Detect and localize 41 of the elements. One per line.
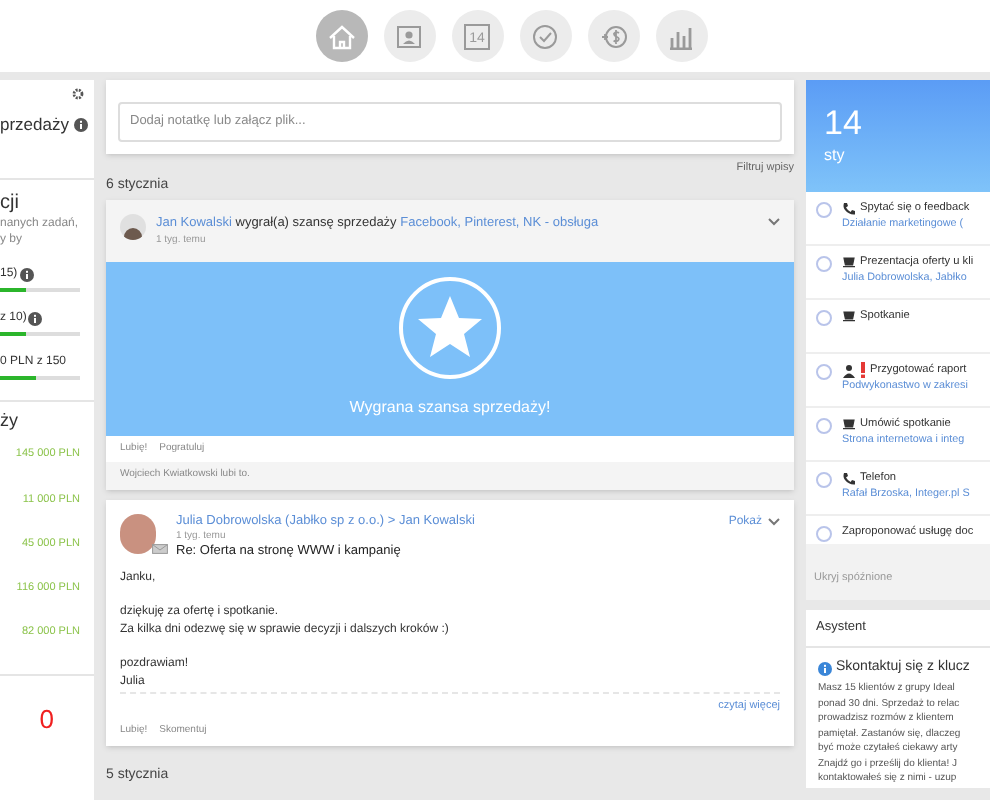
cup-icon bbox=[842, 418, 856, 431]
panel-title: przedaży bbox=[0, 112, 69, 138]
contact-card-icon bbox=[396, 23, 422, 49]
task-checkbox[interactable] bbox=[816, 418, 832, 434]
cup-icon bbox=[842, 310, 856, 323]
chevron-down-icon bbox=[768, 518, 780, 527]
section-title: ży bbox=[0, 407, 20, 434]
home-icon bbox=[327, 23, 355, 49]
day-number: 14 bbox=[824, 104, 864, 144]
task-checkbox[interactable] bbox=[816, 364, 832, 380]
month-label: sty bbox=[824, 144, 847, 168]
counter-value: 0 bbox=[39, 701, 54, 737]
nav-button[interactable] bbox=[383, 10, 435, 62]
settings-icon[interactable] bbox=[72, 88, 84, 100]
nav-button[interactable] bbox=[315, 10, 367, 62]
task-checkbox[interactable] bbox=[816, 256, 832, 272]
phone-icon bbox=[842, 471, 856, 486]
avatar-icon bbox=[120, 213, 146, 240]
envelope-icon bbox=[152, 543, 168, 554]
task-checkbox[interactable] bbox=[816, 472, 832, 488]
avatar-placeholder bbox=[120, 513, 156, 554]
banner-text: Wygrana szansa sprzedaży! bbox=[349, 395, 551, 420]
task-checkbox[interactable] bbox=[816, 202, 832, 218]
task-checkbox[interactable] bbox=[816, 526, 832, 542]
info-icon bbox=[818, 661, 832, 675]
nav-button[interactable] bbox=[587, 10, 639, 62]
info-icon bbox=[28, 311, 43, 326]
check-circle-icon bbox=[532, 23, 558, 49]
nav-button[interactable] bbox=[519, 10, 571, 62]
star-circle-icon bbox=[398, 275, 502, 380]
info-icon bbox=[19, 267, 34, 282]
info-icon bbox=[73, 117, 87, 132]
nav-button[interactable] bbox=[655, 10, 707, 62]
coin-plus-icon bbox=[599, 23, 627, 49]
cup-icon bbox=[842, 256, 856, 269]
section-title: cji bbox=[0, 191, 21, 216]
phone-icon bbox=[842, 201, 856, 216]
task-checkbox[interactable] bbox=[816, 310, 832, 326]
chevron-down-icon[interactable] bbox=[768, 217, 780, 226]
bar-chart-icon bbox=[668, 23, 694, 49]
person-icon bbox=[842, 363, 856, 378]
